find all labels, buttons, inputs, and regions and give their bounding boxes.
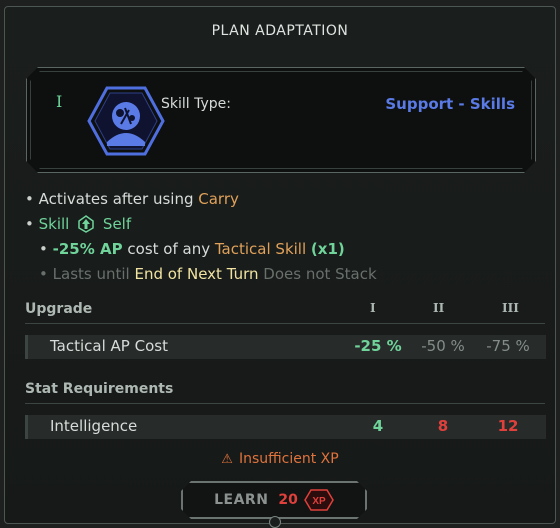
duration-value: End of Next Turn xyxy=(134,265,259,283)
skill-rank-mark: I xyxy=(56,92,63,111)
requirement-level-1-value: 4 xyxy=(372,417,384,435)
learn-button[interactable]: LEARN 20 XP xyxy=(181,481,367,519)
anchor-dot-icon xyxy=(269,516,281,528)
xp-label: XP xyxy=(312,496,326,507)
upgrade-level-2-value: -50 % xyxy=(421,337,465,355)
upgrade-level-1-value: -25 % xyxy=(354,337,402,355)
requirement-level-3-value: 12 xyxy=(497,417,519,435)
dialog-header: PLAN ADAPTATION xyxy=(5,7,555,55)
description-duration-line: • Lasts until End of Next Turn Does not … xyxy=(39,265,377,283)
upgrade-heading: Upgrade xyxy=(25,301,93,317)
skill-description: • Activates after using Carry • Skill Se… xyxy=(25,187,377,287)
level-3-header: III xyxy=(502,301,519,315)
requirement-level-2-value: 8 xyxy=(437,417,449,435)
requirements-section-header: Stat Requirements xyxy=(25,381,545,404)
requirement-row-label: Intelligence xyxy=(50,417,138,435)
upgrade-level-3-value: -75 % xyxy=(486,337,530,355)
insufficient-xp-warning: ⚠ Insufficient XP xyxy=(221,451,339,467)
upgrade-row-tactical-ap: Tactical AP Cost -25 % -50 % -75 % xyxy=(25,335,546,359)
xp-icon: XP xyxy=(304,489,334,511)
learn-button-label: LEARN xyxy=(214,492,269,508)
effect-multiplier: (x1) xyxy=(310,240,345,258)
skill-type-label: Skill Type: xyxy=(161,96,231,112)
skill-info-box: I Skill Type: Support - Skills xyxy=(26,67,536,173)
requirements-heading: Stat Requirements xyxy=(25,381,174,397)
tactical-skill-link[interactable]: Tactical Skill xyxy=(215,240,306,258)
effect-value: -25% AP xyxy=(52,240,123,258)
plan-adaptation-dialog: PLAN ADAPTATION I Skill Type: Support - … xyxy=(4,6,556,528)
skill-type-value: Support - Skills xyxy=(385,95,515,113)
level-1-header: I xyxy=(370,301,376,315)
warning-triangle-icon: ⚠ xyxy=(221,452,233,467)
learn-button-cost: 20 xyxy=(278,492,298,508)
upgrade-row-label: Tactical AP Cost xyxy=(50,337,168,355)
requirement-row-intelligence: Intelligence 4 8 12 xyxy=(25,415,546,439)
upgrade-section-header: Upgrade I II III xyxy=(25,301,545,324)
tactical-head-icon xyxy=(85,80,167,162)
dialog-title: PLAN ADAPTATION xyxy=(211,23,349,39)
trigger-ability-link[interactable]: Carry xyxy=(198,190,239,208)
description-activation-line: • Activates after using Carry xyxy=(25,190,239,208)
description-target-line: • Skill Self xyxy=(25,215,132,233)
arrow-up-icon xyxy=(78,215,94,233)
target-self: Self xyxy=(102,215,132,233)
level-2-header: II xyxy=(433,301,445,315)
description-effect-line: • -25% AP cost of any Tactical Skill (x1… xyxy=(39,240,345,258)
skill-tag: Skill xyxy=(38,215,70,233)
